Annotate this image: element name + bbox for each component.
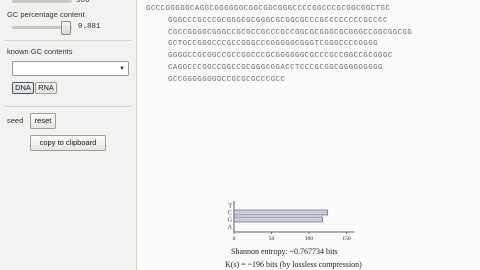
seed-label: seed [7, 116, 24, 125]
sequence-line: CGCCGGGGCGGGCCGCGCCGCCCGCCGGCGCGGGCGCGGG… [168, 28, 413, 37]
length-value: 500 [76, 0, 90, 5]
x-tick-label: 100 [305, 236, 314, 242]
gc-percentage-label: GC percentage content [7, 10, 85, 19]
reset-button[interactable]: reset [30, 113, 56, 129]
sequence-line: GGGCCCGCCCGCGGGCGCGGGCGCGGCGCCCGCCCCCCCC… [168, 16, 388, 25]
category-label: T [228, 204, 232, 210]
kolmogorov-complexity-text: K(s) = ~196 bits (by lossless compressio… [225, 260, 362, 269]
generated-sequence: GCCCGGGGGCAGGCGGGGGGCGGCGGCGGGCCCCGGCCCG… [146, 4, 476, 87]
section-divider [5, 106, 131, 107]
category-label: G [228, 218, 233, 224]
bar [233, 209, 329, 216]
known-gc-label: known GC contents [7, 47, 73, 56]
gc-value: 0.881 [78, 23, 101, 31]
sequence-line: GCTGCCGGGCCCGCCGGGCCCGGGGGCGGGTCGGGCCCCG… [168, 40, 379, 49]
nucleotide-histogram: TCGA0 50 100 150 [228, 201, 354, 242]
section-divider [5, 40, 131, 41]
shannon-entropy-text: Shannon entropy: ~0.767734 bits [231, 247, 338, 256]
copy-to-clipboard-button[interactable]: copy to clipboard [30, 135, 106, 151]
x-tick-label: 150 [342, 236, 351, 242]
sequence-line: GGGGCCGCGGCCGCCGGCCCGCGGGGGGCGCCCGCCGGCC… [168, 52, 393, 61]
dna-button[interactable]: DNA [12, 82, 34, 94]
length-slider-track[interactable] [12, 0, 72, 3]
rna-button[interactable]: RNA [35, 82, 57, 94]
sequence-line: GCCCGGGGGCAGGCGGGGGGCGGCGGCGGGCCCCGGCCCG… [146, 5, 391, 13]
gc-slider-thumb[interactable] [60, 21, 71, 35]
sequence-line: CAGGCCCGGCCGGCCGCGGGCGGACCTCCCGCGGCGGGGG… [168, 63, 383, 72]
chevron-down-icon: ▼ [119, 66, 125, 72]
category-label: A [228, 225, 233, 231]
bar [233, 216, 323, 223]
x-tick-label: 0 [233, 236, 236, 242]
sequence-line: GCCGGGGGGGGCCGCGCGCCCGCC [168, 75, 286, 84]
control-panel: 500 GC percentage content 0.881 known GC… [0, 0, 137, 270]
known-gc-select[interactable]: ▼ [12, 61, 129, 76]
category-label: C [228, 211, 232, 217]
x-tick-label: 50 [269, 236, 275, 242]
